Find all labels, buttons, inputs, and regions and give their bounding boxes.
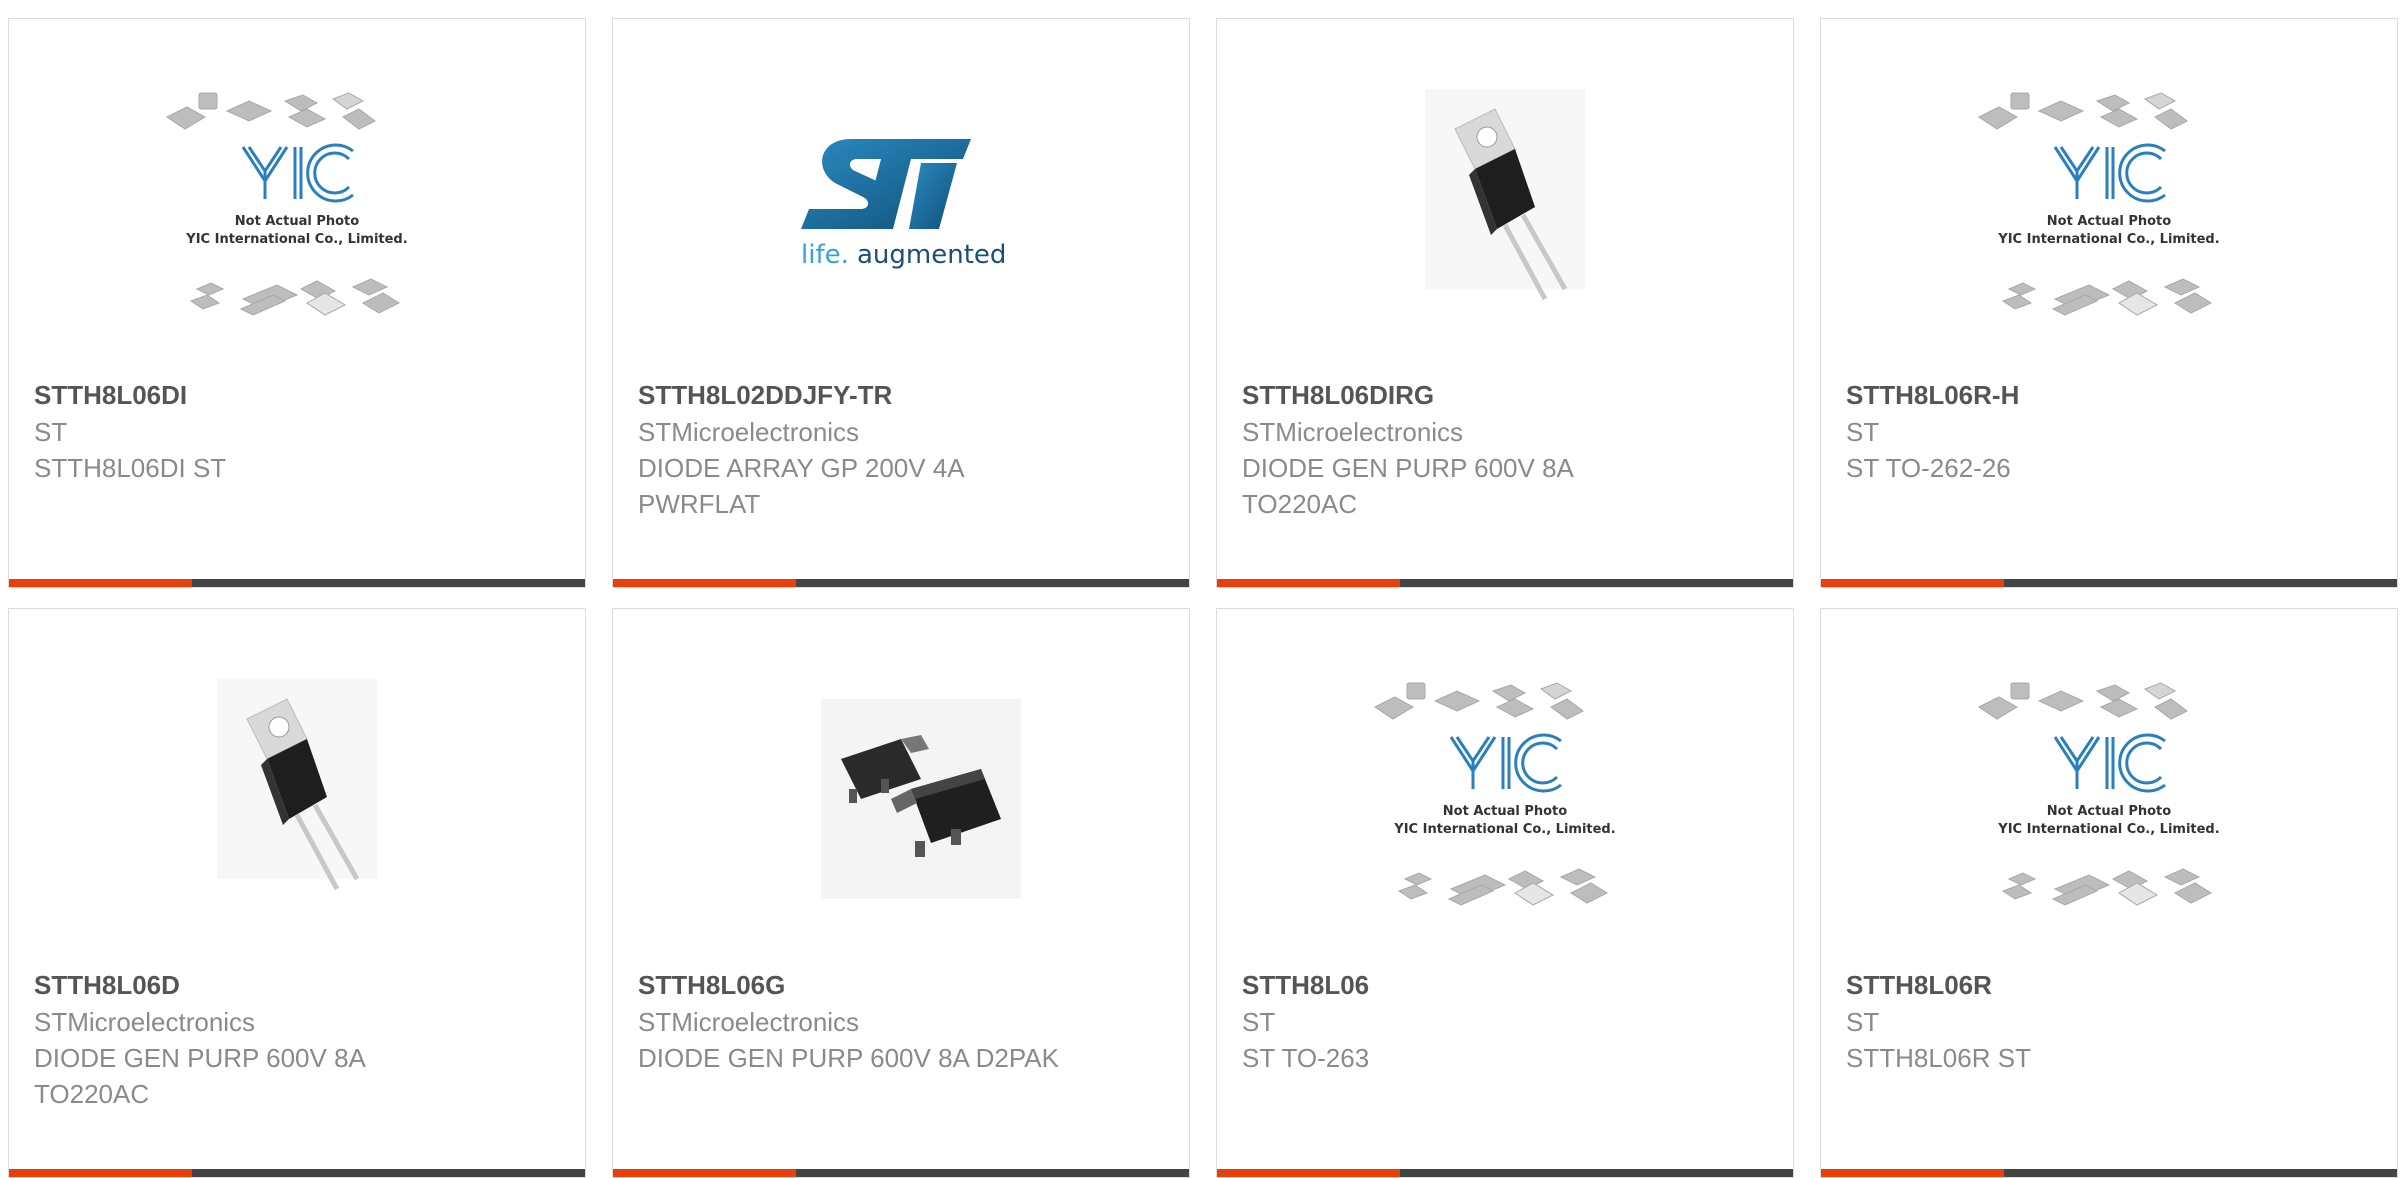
card-bottom-bar: [1821, 1169, 2397, 1177]
product-card[interactable]: Not Actual Photo YIC International Co., …: [1216, 608, 1794, 1178]
card-accent-bar: [9, 579, 192, 587]
card-accent-bar: [1217, 579, 1400, 587]
description: ST TO-262-26: [1846, 453, 2011, 483]
description: DIODE GEN PURP 600V 8A TO220AC: [1242, 453, 1573, 519]
placeholder-line2: YIC International Co., Limited.: [1997, 232, 2219, 247]
part-number[interactable]: STTH8L06DI: [34, 377, 187, 413]
card-accent-bar: [613, 579, 796, 587]
d2pak-package-image: [821, 699, 1021, 899]
product-card[interactable]: Not Actual Photo YIC International Co., …: [1820, 608, 2398, 1178]
manufacturer: STMicroelectronics: [638, 1007, 860, 1037]
st-logo-life: life.: [801, 240, 849, 270]
placeholder-line2: YIC International Co., Limited.: [1393, 822, 1615, 837]
card-accent-bar: [1217, 1169, 1400, 1177]
card-bottom-bar: [1821, 579, 2397, 587]
product-card[interactable]: Not Actual Photo YIC International Co., …: [8, 18, 586, 588]
yic-placeholder-image: Not Actual Photo YIC International Co., …: [166, 92, 408, 316]
part-number[interactable]: STTH8L06DIRG: [1242, 377, 1434, 413]
manufacturer: STMicroelectronics: [34, 1007, 256, 1037]
part-number[interactable]: STTH8L06R-H: [1846, 377, 2019, 413]
part-number[interactable]: STTH8L02DDJFY-TR: [638, 377, 892, 413]
to220-diode-image: [217, 679, 377, 891]
manufacturer: ST: [34, 417, 68, 447]
description: DIODE ARRAY GP 200V 4A PWRFLAT: [638, 453, 964, 519]
card-accent-bar: [1821, 1169, 2004, 1177]
yic-placeholder-image: Not Actual Photo YIC International Co., …: [1978, 92, 2220, 316]
st-logo-image: life. augmented: [801, 139, 1006, 270]
yic-placeholder-image: Not Actual Photo YIC International Co., …: [1978, 682, 2220, 906]
product-image[interactable]: Not Actual Photo YIC International Co., …: [1217, 679, 1793, 959]
card-bottom-bar: [613, 1169, 1189, 1177]
manufacturer: ST: [1846, 1007, 1880, 1037]
yic-placeholder-image: Not Actual Photo YIC International Co., …: [1374, 682, 1616, 906]
part-number[interactable]: STTH8L06R: [1846, 967, 1992, 1003]
manufacturer: ST: [1242, 1007, 1276, 1037]
product-image[interactable]: Not Actual Photo YIC International Co., …: [1821, 89, 2397, 369]
placeholder-line1: Not Actual Photo: [2047, 804, 2171, 819]
product-card[interactable]: Not Actual Photo YIC International Co., …: [1820, 18, 2398, 588]
product-image[interactable]: Not Actual Photo YIC International Co., …: [9, 89, 585, 369]
product-image[interactable]: Not Actual Photo YIC International Co., …: [1821, 679, 2397, 959]
product-image[interactable]: life. augmented: [613, 89, 1189, 369]
description: DIODE GEN PURP 600V 8A D2PAK: [638, 1043, 1059, 1073]
card-accent-bar: [9, 1169, 192, 1177]
product-image[interactable]: [9, 679, 585, 959]
card-bottom-bar: [1217, 1169, 1793, 1177]
card-accent-bar: [613, 1169, 796, 1177]
manufacturer: STMicroelectronics: [1242, 417, 1464, 447]
card-bottom-bar: [9, 1169, 585, 1177]
description: STTH8L06R ST: [1846, 1043, 2031, 1073]
product-image[interactable]: [1217, 89, 1793, 369]
placeholder-line2: YIC International Co., Limited.: [185, 232, 407, 247]
description: STTH8L06DI ST: [34, 453, 227, 483]
placeholder-line2: YIC International Co., Limited.: [1997, 822, 2219, 837]
card-accent-bar: [1821, 579, 2004, 587]
placeholder-line1: Not Actual Photo: [2047, 214, 2171, 229]
to220-diode-image: [1425, 89, 1585, 301]
product-image[interactable]: [613, 679, 1189, 959]
description: ST TO-263: [1242, 1043, 1370, 1073]
manufacturer: ST: [1846, 417, 1880, 447]
part-number[interactable]: STTH8L06D: [34, 967, 180, 1003]
product-card[interactable]: STTH8L06DIRG STMicroelectronics DIODE GE…: [1216, 18, 1794, 588]
description: DIODE GEN PURP 600V 8A TO220AC: [34, 1043, 365, 1109]
card-bottom-bar: [613, 579, 1189, 587]
st-logo-augmented: augmented: [857, 240, 1006, 270]
product-grid: Not Actual Photo YIC International Co., …: [0, 0, 2400, 1178]
part-number[interactable]: STTH8L06G: [638, 967, 785, 1003]
placeholder-line1: Not Actual Photo: [235, 214, 359, 229]
product-card[interactable]: STTH8L06D STMicroelectronics DIODE GEN P…: [8, 608, 586, 1178]
product-card[interactable]: life. augmented STTH8L02DDJFY-TR STMicro…: [612, 18, 1190, 588]
product-card[interactable]: STTH8L06G STMicroelectronics DIODE GEN P…: [612, 608, 1190, 1178]
part-number[interactable]: STTH8L06: [1242, 967, 1369, 1003]
manufacturer: STMicroelectronics: [638, 417, 860, 447]
card-bottom-bar: [1217, 579, 1793, 587]
placeholder-line1: Not Actual Photo: [1443, 804, 1567, 819]
card-bottom-bar: [9, 579, 585, 587]
